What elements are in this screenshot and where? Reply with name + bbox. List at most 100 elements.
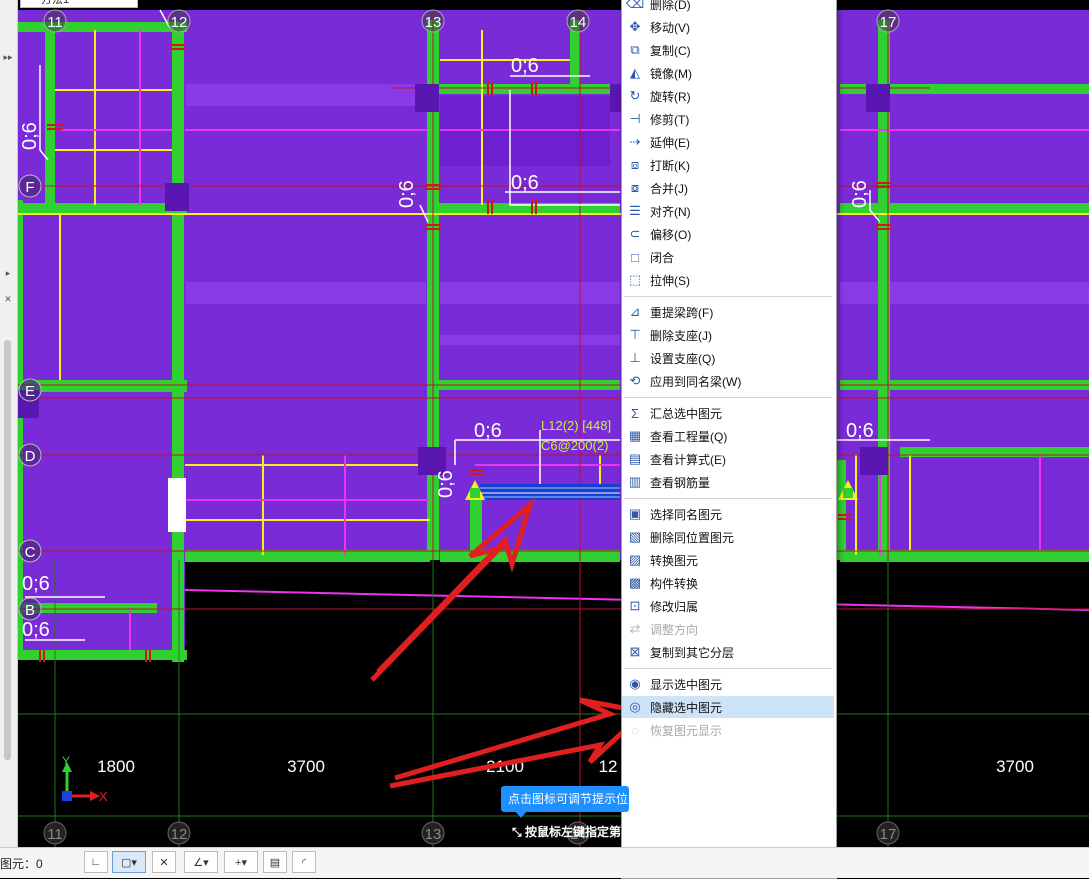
- menu-item[interactable]: ▨ 转换图元: [622, 549, 834, 571]
- trim-icon: ⊣: [629, 111, 641, 126]
- close-icon[interactable]: ✕: [1, 294, 15, 305]
- cursor-icon: ⤡: [512, 825, 522, 839]
- menu-item[interactable]: □ 闭合: [622, 246, 834, 268]
- menu-item[interactable]: ⊠ 复制到其它分层: [622, 641, 834, 663]
- menu-item[interactable]: ▥ 查看钢筋量: [622, 471, 834, 493]
- beam-label: 0;6: [849, 180, 871, 208]
- row-axis-label: F: [25, 179, 34, 196]
- snap-mode-button[interactable]: ▢▾: [112, 851, 146, 873]
- delete-support-icon: ⊤: [629, 327, 641, 342]
- menu-item[interactable]: ⧈ 打断(K): [622, 154, 834, 176]
- menu-item[interactable]: ⌫ 删除(D): [622, 0, 834, 15]
- arc-tool-button[interactable]: ◜: [292, 851, 316, 873]
- offset-snap-button[interactable]: +▾: [224, 851, 258, 873]
- method-field[interactable]: 方法1: [20, 0, 138, 8]
- menu-item-label: 恢复图元显示: [650, 723, 723, 738]
- menu-item[interactable]: ⊂ 偏移(O): [622, 223, 834, 245]
- beam-label: 0;6: [474, 420, 502, 442]
- menu-item-label: 复制到其它分层: [650, 645, 735, 660]
- menu-item[interactable]: ◭ 镜像(M): [622, 62, 834, 84]
- menu-item-label: 合并(J): [650, 181, 688, 196]
- component-convert-icon: ▩: [628, 575, 642, 590]
- rotate-icon: ↻: [629, 88, 641, 103]
- dimension-label: 3700: [996, 757, 1034, 776]
- beam-callout-line2: C6@200(2): [541, 438, 608, 453]
- tooltip-arrow: [515, 811, 527, 818]
- ortho-toggle-button[interactable]: ∟: [84, 851, 108, 873]
- menu-item-label: 打断(K): [650, 158, 690, 173]
- menu-item-label: 闭合: [650, 250, 675, 265]
- menu-item[interactable]: ⧉ 复制(C): [622, 39, 834, 61]
- angle-snap-button[interactable]: ∠▾: [184, 851, 218, 873]
- row-axis-label: C: [25, 544, 36, 561]
- copy-icon: ⧉: [630, 42, 640, 57]
- selected-beam[interactable]: [480, 484, 620, 500]
- menu-item-label: 偏移(O): [650, 227, 692, 242]
- cad-drawing-canvas[interactable]: 11 12 13 14 17 11 12 13 14 17 FEDCB 0;60;60;6 0;6…: [0, 0, 1089, 847]
- display-settings-button[interactable]: ▤: [263, 851, 287, 873]
- beam-label: 0;6: [22, 619, 50, 641]
- cross-icon: ✕: [159, 856, 169, 869]
- dimension-label: 1800: [97, 757, 135, 776]
- menu-item[interactable]: ✥ 移动(V): [622, 16, 834, 38]
- menu-item-label: 查看钢筋量: [650, 475, 711, 490]
- menu-item-label: 设置支座(Q): [650, 351, 716, 366]
- menu-item: ⇄ 调整方向: [622, 618, 834, 640]
- offset-icon: ⊂: [629, 226, 641, 241]
- tooltip-hint[interactable]: 点击图标可调节提示位: [501, 786, 629, 812]
- menu-item[interactable]: ↻ 旋转(R): [622, 85, 834, 107]
- menu-item[interactable]: ▩ 构件转换: [622, 572, 834, 594]
- menu-item[interactable]: ◎ 隐藏选中图元: [622, 696, 834, 718]
- menu-item-label: 删除(D): [650, 0, 691, 12]
- dimension-label: 3700: [287, 757, 325, 776]
- menu-item[interactable]: ◉ 显示选中图元: [622, 673, 834, 695]
- menu-item-label: 拉伸(S): [650, 273, 690, 288]
- menu-item[interactable]: Σ 汇总选中图元: [622, 402, 834, 424]
- left-scrollbar[interactable]: [4, 340, 11, 760]
- menu-item[interactable]: ⊡ 修改归属: [622, 595, 834, 617]
- menu-item[interactable]: ⬚ 拉伸(S): [622, 269, 834, 291]
- menu-item[interactable]: ▤ 查看计算式(E): [622, 448, 834, 470]
- axis-label-bottom: 12: [171, 826, 188, 843]
- beam-label: 0;6: [511, 172, 539, 194]
- expand-icon[interactable]: ▸▸: [1, 52, 15, 63]
- command-hint: ⤡ 按鼠标左键指定第: [512, 823, 621, 840]
- menu-item-label: 构件转换: [650, 576, 699, 591]
- mirror-icon: ◭: [630, 65, 640, 80]
- menu-item[interactable]: ⊥ 设置支座(Q): [622, 347, 834, 369]
- menu-item[interactable]: ⊿ 重提梁跨(F): [622, 301, 834, 323]
- menu-item[interactable]: ⇢ 延伸(E): [622, 131, 834, 153]
- menu-item-label: 删除支座(J): [650, 328, 712, 343]
- beam-span-icon: ⊿: [629, 304, 641, 319]
- menu-item-label: 选择同名图元: [650, 507, 723, 522]
- convert-icon: ▨: [628, 552, 642, 567]
- menu-separator: [624, 668, 832, 669]
- offset-icon: +▾: [235, 856, 247, 869]
- set-support-icon: ⊥: [629, 350, 641, 365]
- menu-item[interactable]: ▦ 查看工程量(Q): [622, 425, 834, 447]
- hide-icon: ◎: [629, 699, 641, 714]
- menu-separator: [624, 397, 832, 398]
- beam-label: 0;6: [19, 122, 41, 150]
- menu-item-label: 应用到同名梁(W): [650, 374, 742, 389]
- row-axis-label: D: [25, 448, 36, 465]
- menu-item-label: 显示选中图元: [650, 677, 723, 692]
- left-panel-strip: ▸▸ ▸ ✕ ◂: [0, 0, 18, 847]
- menu-item[interactable]: ⟲ 应用到同名梁(W): [622, 370, 834, 392]
- menu-item[interactable]: ⧇ 合并(J): [622, 177, 834, 199]
- menu-item[interactable]: ☰ 对齐(N): [622, 200, 834, 222]
- menu-item-label: 修改归属: [650, 599, 699, 614]
- cross-select-button[interactable]: ✕: [152, 851, 176, 873]
- change-owner-icon: ⊡: [629, 598, 641, 613]
- axis-label-top: 12: [171, 14, 188, 31]
- axis-label-top: 13: [425, 14, 442, 31]
- collapse-icon[interactable]: ▸: [1, 268, 15, 279]
- rebar-icon: ▥: [628, 474, 642, 489]
- menu-item[interactable]: ▣ 选择同名图元: [622, 503, 834, 525]
- axis-x-label: X: [99, 789, 108, 804]
- menu-item-label: 镜像(M): [650, 66, 692, 81]
- menu-item[interactable]: ▧ 删除同位置图元: [622, 526, 834, 548]
- delete-icon: ⌫: [625, 0, 645, 11]
- menu-item[interactable]: ⊤ 删除支座(J): [622, 324, 834, 346]
- menu-item[interactable]: ⊣ 修剪(T): [622, 108, 834, 130]
